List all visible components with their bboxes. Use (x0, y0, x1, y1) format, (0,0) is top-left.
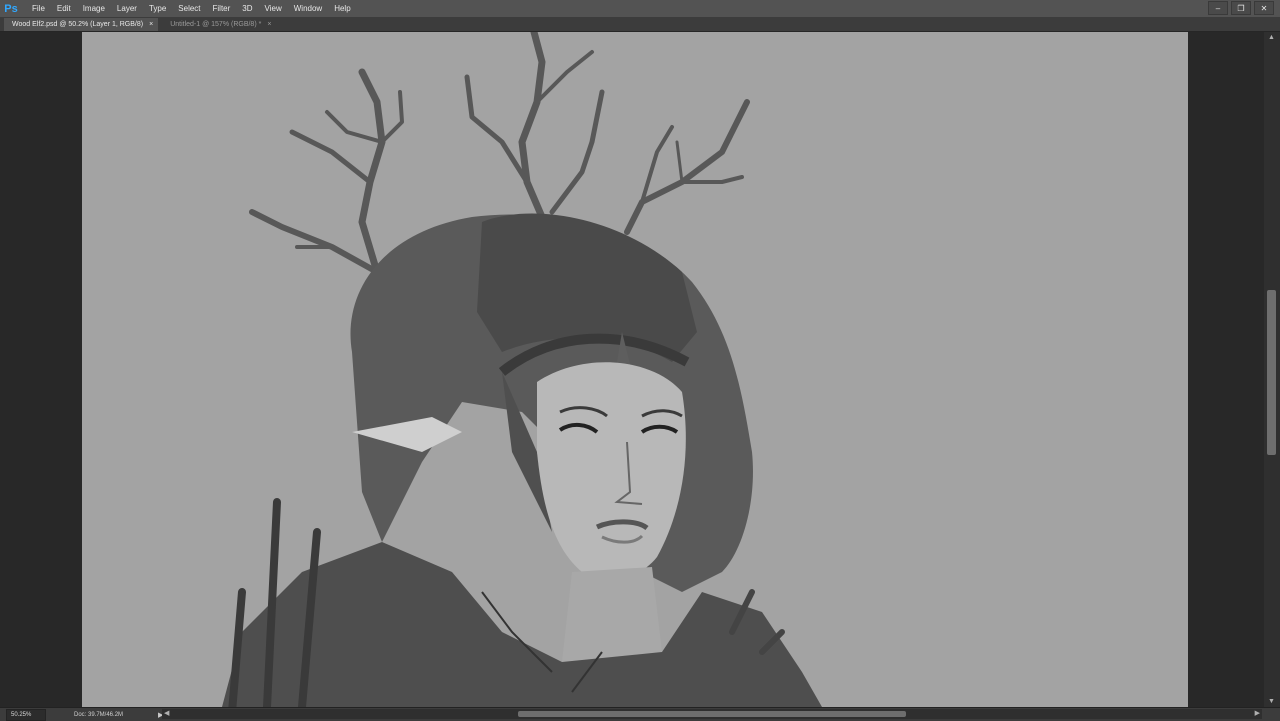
tab-close-icon[interactable]: × (267, 21, 271, 28)
tab-wood-elf2[interactable]: Wood Elf2.psd @ 50.2% (Layer 1, RGB/8) × (4, 18, 159, 31)
menu-filter[interactable]: Filter (207, 0, 237, 17)
scroll-up-icon[interactable]: ▲ (1268, 34, 1275, 41)
menu-view[interactable]: View (259, 0, 288, 17)
minimize-icon[interactable]: – (1208, 1, 1228, 15)
restore-icon[interactable]: ❐ (1231, 1, 1251, 15)
horizontal-scrollbar[interactable]: ◀ ▶ (162, 709, 1262, 719)
tab-label: Wood Elf2.psd @ 50.2% (Layer 1, RGB/8) (12, 21, 144, 28)
menu-layer[interactable]: Layer (111, 0, 143, 17)
tab-untitled-1[interactable]: Untitled-1 @ 157% (RGB/8) * × (162, 18, 276, 31)
menu-window[interactable]: Window (288, 0, 328, 17)
close-icon[interactable]: ✕ (1254, 1, 1274, 15)
menu-file[interactable]: File (26, 0, 51, 17)
vertical-scrollbar[interactable]: ▲ ▼ (1264, 32, 1280, 707)
document-size-info: Doc: 39.7M/46.2M (74, 711, 124, 718)
tab-label: Untitled-1 @ 157% (RGB/8) * (170, 21, 262, 28)
photoshop-logo-icon: Ps (4, 2, 18, 15)
tab-close-icon[interactable]: × (149, 21, 153, 28)
menu-help[interactable]: Help (328, 0, 356, 17)
vertical-scroll-thumb[interactable] (1267, 290, 1276, 455)
scroll-left-icon[interactable]: ◀ (164, 709, 169, 717)
menu-select[interactable]: Select (172, 0, 206, 17)
menu-bar: Ps File Edit Image Layer Type Select Fil… (0, 0, 1280, 17)
status-bar: 50.25% Doc: 39.7M/46.2M ▶ ◀ ▶ (0, 707, 1280, 721)
menu-type[interactable]: Type (143, 0, 172, 17)
wood-elf-sketch-artwork (222, 32, 822, 707)
document-tab-bar: Wood Elf2.psd @ 50.2% (Layer 1, RGB/8) ×… (0, 17, 1280, 32)
workspace (0, 32, 1264, 707)
document-canvas[interactable] (82, 32, 1188, 707)
menu-3d[interactable]: 3D (236, 0, 258, 17)
window-controls: – ❐ ✕ (1205, 0, 1274, 17)
horizontal-scroll-thumb[interactable] (518, 711, 906, 717)
scroll-down-icon[interactable]: ▼ (1268, 698, 1275, 705)
menu-image[interactable]: Image (77, 0, 111, 17)
scroll-right-icon[interactable]: ▶ (1255, 709, 1260, 717)
zoom-level-field[interactable]: 50.25% (6, 708, 46, 721)
menu-edit[interactable]: Edit (51, 0, 77, 17)
